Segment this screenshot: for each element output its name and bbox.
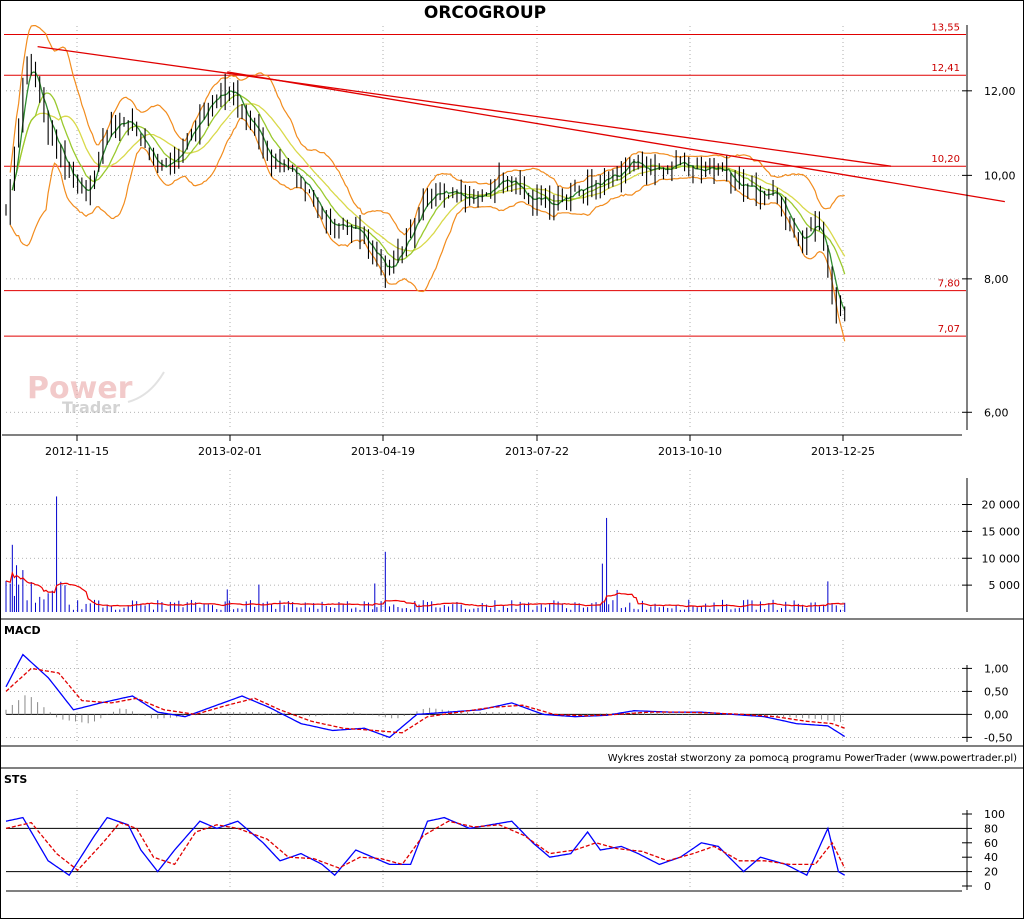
macd-ytick-label-1: 0,00 — [984, 708, 1009, 721]
sts-ytick-label-0: 0 — [984, 880, 991, 893]
sts-label: STS — [4, 773, 27, 786]
level-label-2: 10,20 — [931, 154, 960, 165]
credit-text: Wykres został stworzony za pomocą progra… — [608, 753, 1017, 764]
price-ytick-label-0: 6,00 — [984, 406, 1009, 419]
level-label-0: 13,55 — [931, 22, 960, 33]
sts-ytick-label-4: 80 — [984, 822, 998, 835]
price-xtick-label-2: 2013-04-19 — [351, 445, 415, 458]
watermark-word-2: Trader — [62, 398, 120, 417]
sts-ytick-label-3: 60 — [984, 837, 998, 850]
volume-ytick-label-0: 5 000 — [989, 579, 1021, 592]
macd-label: MACD — [4, 624, 41, 637]
price-ytick-label-1: 8,00 — [984, 273, 1009, 286]
price-xtick-label-1: 2013-02-01 — [198, 445, 262, 458]
volume-ytick-label-2: 15 000 — [982, 525, 1021, 538]
chart-frame: ORCOGROUP Power Trader 13,5512,4110,207,… — [0, 0, 1024, 919]
price-xtick-label-3: 2013-07-22 — [505, 445, 569, 458]
level-label-3: 7,80 — [938, 279, 960, 290]
macd-ytick-label-3: 1,00 — [984, 662, 1009, 675]
sts-ytick-label-5: 100 — [984, 808, 1005, 821]
chart-title: ORCOGROUP — [424, 3, 546, 23]
sts-ytick-label-1: 20 — [984, 866, 998, 879]
volume-ytick-label-1: 10 000 — [982, 552, 1021, 565]
price-ytick-label-3: 12,00 — [984, 85, 1016, 98]
price-xtick-label-0: 2012-11-15 — [45, 445, 109, 458]
macd-ytick-label-0: -0,50 — [984, 731, 1012, 744]
price-ytick-label-2: 10,00 — [984, 169, 1016, 182]
volume-ytick-label-3: 20 000 — [982, 499, 1021, 512]
level-label-1: 12,41 — [931, 63, 960, 74]
price-xtick-label-4: 2013-10-10 — [658, 445, 722, 458]
macd-ytick-label-2: 0,50 — [984, 685, 1009, 698]
sts-ytick-label-2: 40 — [984, 851, 998, 864]
level-label-4: 7,07 — [938, 324, 960, 335]
price-xtick-label-5: 2013-12-25 — [811, 445, 875, 458]
